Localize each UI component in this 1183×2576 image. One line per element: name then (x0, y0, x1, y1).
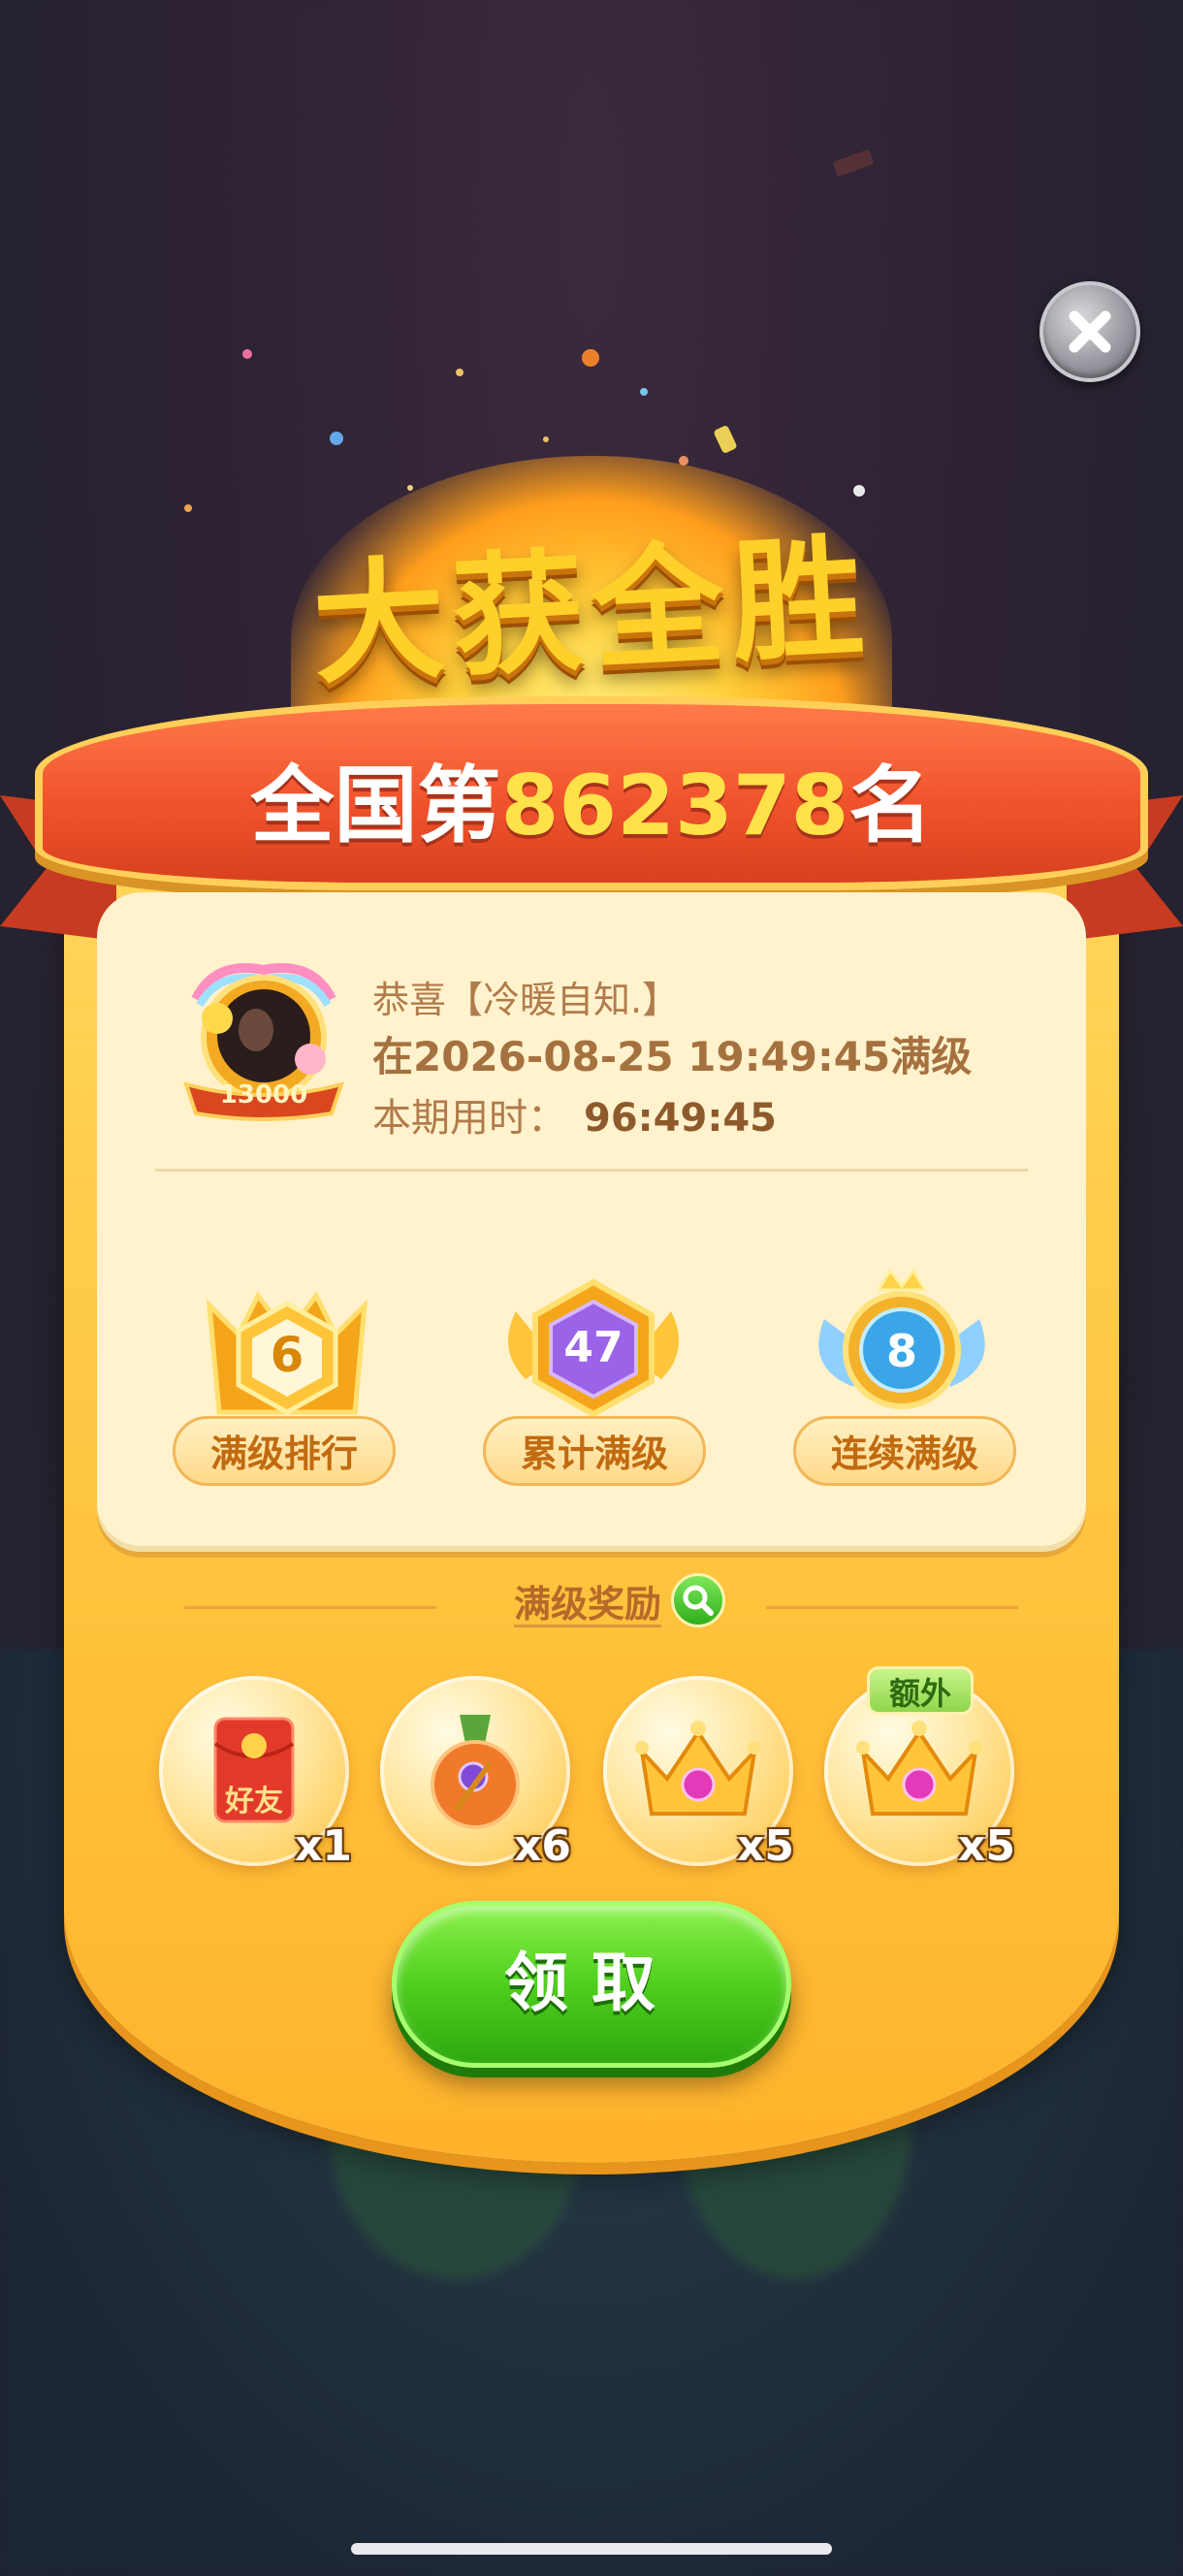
reward-divider-left (184, 1606, 436, 1609)
stat-streak-button[interactable]: 连续满级 (793, 1416, 1016, 1486)
reward-item[interactable]: 好友 x1 (159, 1676, 352, 1871)
stat-total-button[interactable]: 累计满级 (483, 1416, 706, 1486)
reward-qty: x5 (958, 1821, 1015, 1871)
extra-badge: 额外 (867, 1666, 974, 1715)
close-button[interactable] (1039, 281, 1140, 382)
stat-streak-label: 连续满级 (793, 1416, 1016, 1486)
reward-title-text: 满级奖励 (514, 1582, 662, 1626)
stat-streak-value: 8 (885, 1325, 917, 1377)
stat-total-value: 47 (563, 1323, 623, 1372)
time-used: 本期用时： 96:49:45 (372, 1086, 777, 1143)
stat-rank-button[interactable]: 满级排行 (173, 1416, 396, 1486)
avatar[interactable]: 13000 (176, 960, 351, 1125)
rank-text: 全国第862378名 (0, 737, 1183, 858)
rank-prefix: 全国第 (250, 757, 501, 854)
stat-rank-label: 满级排行 (173, 1416, 396, 1486)
stat-rank-value: 6 (270, 1327, 304, 1383)
reward-divider-right (766, 1606, 1018, 1609)
red-envelope-text: 好友 (225, 1785, 283, 1819)
level-complete-text: 在2026-08-25 19:49:45满级 (372, 1033, 973, 1080)
reward-qty: x6 (514, 1821, 571, 1871)
home-indicator[interactable] (351, 2543, 832, 2555)
stat-streak-badge-icon: 8 (805, 1261, 999, 1420)
reward-qty: x1 (295, 1821, 352, 1871)
stat-rank-badge-icon: 6 (190, 1276, 384, 1422)
time-value: 96:49:45 (584, 1096, 777, 1141)
close-icon (1069, 310, 1111, 353)
claim-button[interactable]: 领取 (392, 1901, 791, 2068)
reward-title[interactable]: 满级奖励 (514, 1573, 726, 1627)
reward-item[interactable]: x6 (380, 1676, 571, 1871)
avatar-badge-value: 13000 (219, 1080, 308, 1110)
rank-suffix: 名 (848, 757, 933, 854)
stat-total-label: 累计满级 (483, 1416, 706, 1486)
rank-number: 862378 (500, 757, 849, 854)
stat-total-badge-icon: 47 (496, 1272, 690, 1418)
search-icon (671, 1573, 726, 1627)
congrats-text: 恭喜【冷暖自知.】 (372, 979, 680, 1021)
divider (155, 1169, 1028, 1172)
reward-qty: x5 (737, 1821, 794, 1871)
time-label: 本期用时： (372, 1096, 566, 1141)
reward-item[interactable]: x5 (603, 1676, 794, 1871)
